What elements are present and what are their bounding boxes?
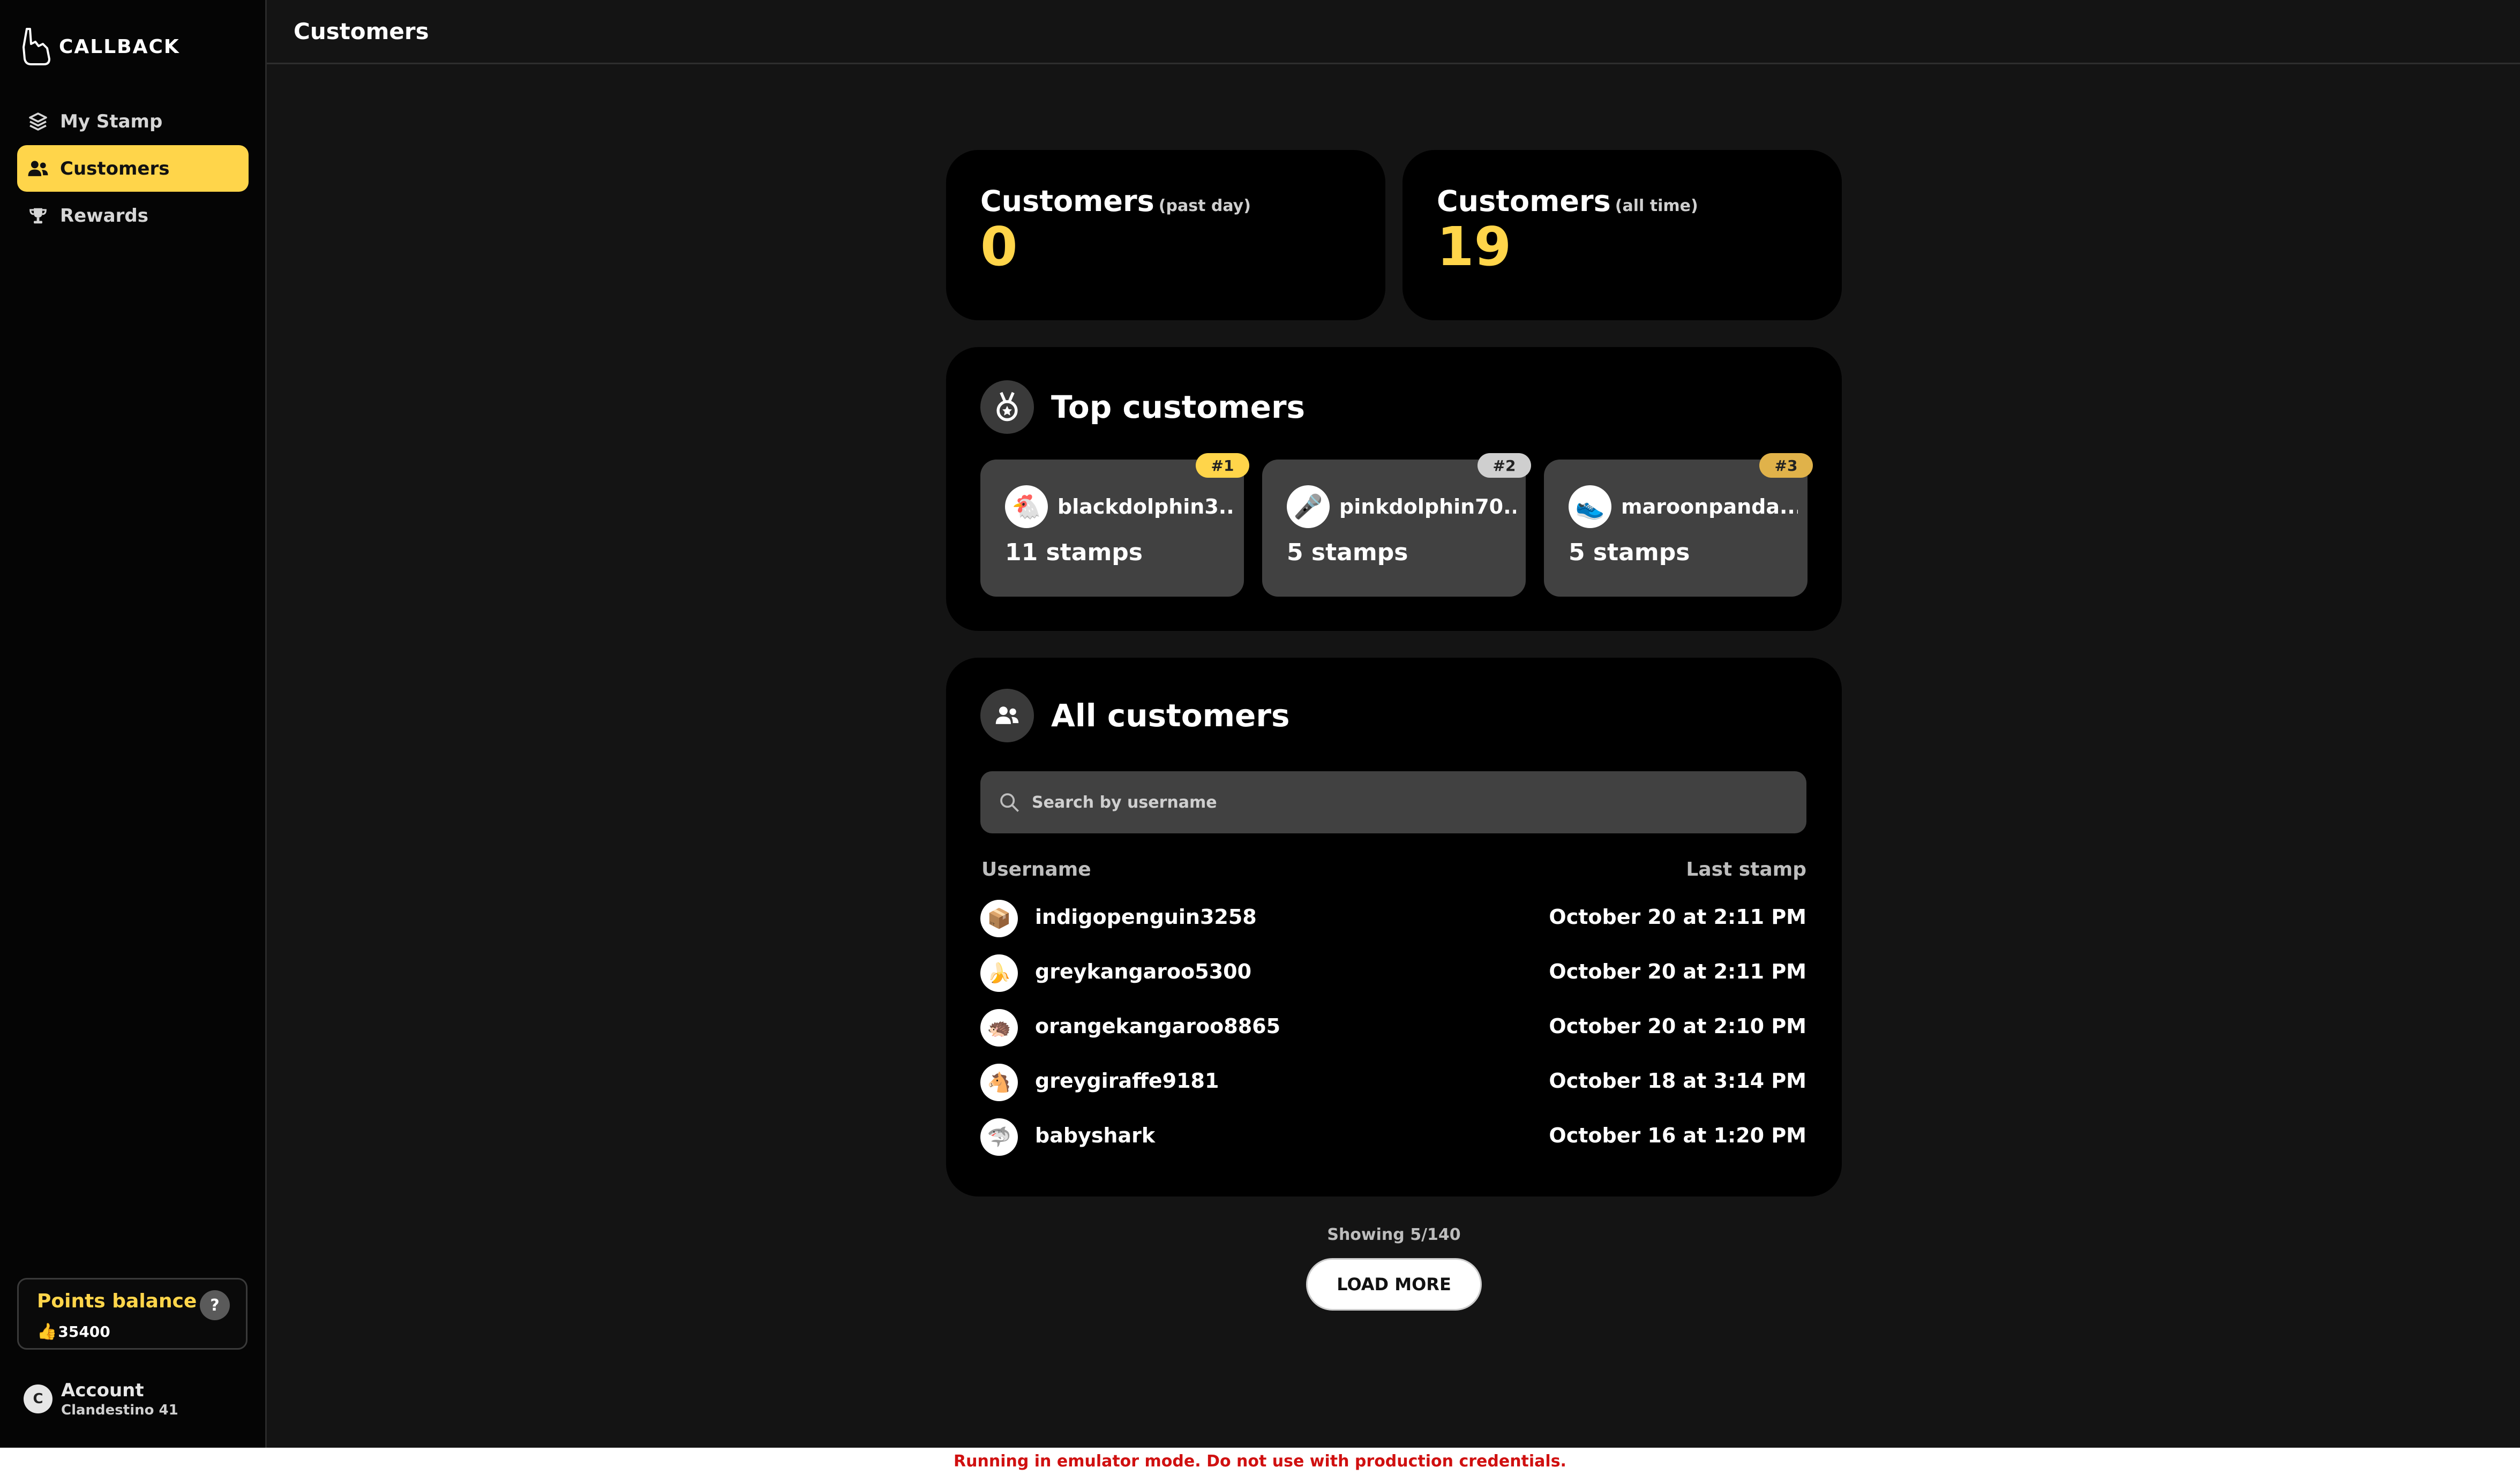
points-value: 35400 xyxy=(58,1323,110,1341)
stat-card-all-time: Customers (all time) 19 xyxy=(1402,150,1842,320)
users-icon xyxy=(980,689,1034,742)
search-input[interactable] xyxy=(1031,792,1783,812)
pagination-status: Showing 5/140 xyxy=(1327,1225,1461,1244)
table-row[interactable]: 🍌 greykangaroo5300 October 20 at 2:11 PM xyxy=(980,946,1806,1000)
sidebar: CALLBACK My Stamp Customers Rewards Poin… xyxy=(0,0,267,1448)
sidebar-nav: My Stamp Customers Rewards xyxy=(17,98,249,239)
stat-title: Customers (past day) xyxy=(980,184,1251,218)
points-balance-value: 👍 35400 xyxy=(37,1322,110,1341)
username: babyshark xyxy=(1035,1124,1156,1147)
username: indigopenguin3258 xyxy=(1035,905,1257,929)
emulator-warning-banner: Running in emulator mode. Do not use wit… xyxy=(0,1448,2520,1475)
stat-title: Customers (all time) xyxy=(1437,184,1698,218)
rank-badge: #1 xyxy=(1196,453,1249,478)
avatar: 🦈 xyxy=(980,1118,1018,1156)
top-customer-card[interactable]: #2 🎤 pinkdolphin70... 5 stamps xyxy=(1262,453,1531,597)
trophy-icon xyxy=(27,205,49,227)
sidebar-item-label: My Stamp xyxy=(60,110,163,132)
sidebar-item-label: Rewards xyxy=(60,205,148,227)
medal-icon xyxy=(980,380,1034,434)
stamp-count: 5 stamps xyxy=(1287,539,1408,566)
last-stamp: October 20 at 2:11 PM xyxy=(1549,960,1806,983)
search-box xyxy=(980,771,1806,833)
stat-title-text: Customers xyxy=(980,184,1154,218)
users-icon xyxy=(27,157,49,180)
avatar: 🦔 xyxy=(980,1009,1018,1047)
sidebar-item-customers[interactable]: Customers xyxy=(17,145,249,192)
layers-icon xyxy=(27,110,49,133)
table-row[interactable]: 📦 indigopenguin3258 October 20 at 2:11 P… xyxy=(980,891,1806,946)
username: greykangaroo5300 xyxy=(1035,960,1252,983)
username: greygiraffe9181 xyxy=(1035,1069,1219,1093)
page-title: Customers xyxy=(294,18,429,44)
rank-badge: #2 xyxy=(1478,453,1531,478)
stamp-count: 5 stamps xyxy=(1569,539,1690,566)
last-stamp: October 16 at 1:20 PM xyxy=(1549,1124,1806,1147)
last-stamp: October 18 at 3:14 PM xyxy=(1549,1069,1806,1093)
table-row[interactable]: 🐴 greygiraffe9181 October 18 at 3:14 PM xyxy=(980,1055,1806,1110)
avatar: 🐴 xyxy=(980,1064,1018,1101)
all-customers-card: All customers Username Last stamp 📦 indi… xyxy=(946,658,1842,1196)
avatar: 👟 xyxy=(1569,485,1611,528)
stat-qualifier: (all time) xyxy=(1615,197,1698,215)
points-balance-title: Points balance xyxy=(37,1290,197,1312)
sidebar-item-label: Customers xyxy=(60,157,170,179)
account-name: Clandestino 41 xyxy=(61,1402,178,1418)
stamp-count: 11 stamps xyxy=(1005,539,1143,566)
logo-text: CALLBACK xyxy=(59,35,180,58)
top-customer-card[interactable]: #1 🐔 blackdolphin3... 11 stamps xyxy=(980,453,1249,597)
section-title: All customers xyxy=(1051,697,1290,734)
customer-name: blackdolphin3... xyxy=(1058,495,1234,518)
top-customer-card[interactable]: #3 👟 maroonpanda... 5 stamps xyxy=(1544,453,1813,597)
last-stamp: October 20 at 2:11 PM xyxy=(1549,905,1806,929)
page-header: Customers xyxy=(267,0,2520,64)
sidebar-item-rewards[interactable]: Rewards xyxy=(17,192,249,239)
table-row[interactable]: 🦔 orangekangaroo8865 October 20 at 2:10 … xyxy=(980,1000,1806,1055)
rank-badge: #3 xyxy=(1759,453,1813,478)
username: orangekangaroo8865 xyxy=(1035,1014,1281,1038)
section-header: Top customers xyxy=(980,380,1305,434)
customer-name: pinkdolphin70... xyxy=(1339,495,1516,518)
avatar: 🍌 xyxy=(980,954,1018,992)
avatar: 🐔 xyxy=(1005,485,1048,528)
account-menu[interactable]: C Account Clandestino 41 xyxy=(24,1380,178,1418)
stat-value: 0 xyxy=(980,215,1018,278)
points-balance-card: Points balance ? 👍 35400 xyxy=(17,1278,248,1350)
hand-icon: 👍 xyxy=(37,1322,57,1341)
logo[interactable]: CALLBACK xyxy=(19,26,180,67)
table-row[interactable]: 🦈 babyshark October 16 at 1:20 PM xyxy=(980,1110,1806,1164)
last-stamp: October 20 at 2:10 PM xyxy=(1549,1014,1806,1038)
avatar: 🎤 xyxy=(1287,485,1330,528)
avatar: C xyxy=(24,1384,52,1413)
section-header: All customers xyxy=(980,689,1290,742)
customer-name: maroonpanda... xyxy=(1621,495,1798,518)
account-title: Account xyxy=(61,1380,144,1401)
sidebar-item-my-stamp[interactable]: My Stamp xyxy=(17,98,249,145)
stat-qualifier: (past day) xyxy=(1158,197,1251,215)
avatar: 📦 xyxy=(980,900,1018,937)
stat-title-text: Customers xyxy=(1437,184,1611,218)
help-button[interactable]: ? xyxy=(200,1290,230,1320)
top-customers-card: Top customers #1 🐔 blackdolphin3... 11 s… xyxy=(946,347,1842,631)
stat-card-past-day: Customers (past day) 0 xyxy=(946,150,1385,320)
stat-value: 19 xyxy=(1437,215,1512,278)
load-more-button[interactable]: LOAD MORE xyxy=(1306,1258,1482,1311)
search-icon xyxy=(999,790,1023,815)
section-title: Top customers xyxy=(1051,389,1306,425)
column-header-last-stamp[interactable]: Last stamp xyxy=(1686,859,1806,881)
column-header-username[interactable]: Username xyxy=(981,859,1091,881)
callback-hand-icon xyxy=(22,28,50,65)
